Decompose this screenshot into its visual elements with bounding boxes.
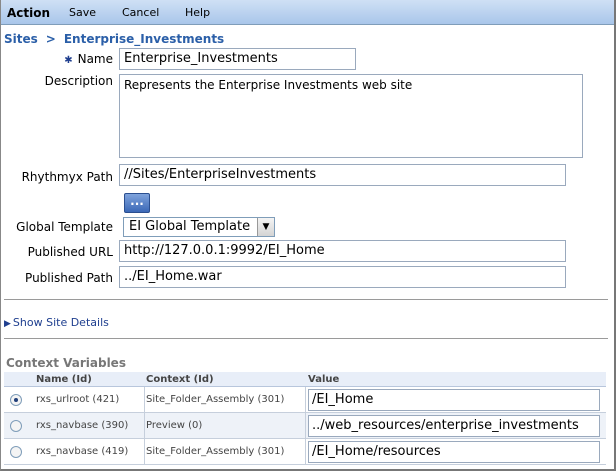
row-select-radio[interactable] xyxy=(10,394,22,406)
action-menu[interactable]: Action xyxy=(7,0,50,25)
row-value-input[interactable]: /EI_Home/resources xyxy=(308,441,600,463)
published-url-label: Published URL xyxy=(27,245,113,259)
browse-path-button[interactable]: ... xyxy=(124,193,150,213)
table-header: Name (Id) Context (Id) Value xyxy=(4,372,606,387)
rhythmyx-path-label: Rhythmyx Path xyxy=(21,170,113,184)
rhythmyx-path-input[interactable]: //Sites/EnterpriseInvestments xyxy=(119,164,566,186)
site-editor-window: Action Save Cancel Help Sites > Enterprise… xyxy=(0,0,616,471)
global-template-label: Global Template xyxy=(16,220,113,234)
breadcrumb: Sites > Enterprise_Investments xyxy=(4,32,224,48)
column-header-value[interactable]: Value xyxy=(308,372,339,387)
breadcrumb-current: Enterprise_Investments xyxy=(63,32,225,46)
row-name: rxs_navbase (390) xyxy=(36,420,129,431)
published-path-input[interactable]: ../EI_Home.war xyxy=(119,266,566,288)
row-value-input[interactable]: ../web_resources/enterprise_investments xyxy=(308,415,600,437)
description-textarea[interactable]: Represents the Enterprise Investments we… xyxy=(119,74,583,158)
context-variables-title: Context Variables xyxy=(6,356,126,370)
row-value-input[interactable]: /EI_Home xyxy=(308,389,600,411)
breadcrumb-separator: > xyxy=(45,32,56,46)
published-path-label: Published Path xyxy=(25,271,113,285)
triangle-right-icon: ▶ xyxy=(4,319,11,329)
table-row[interactable]: rxs_navbase (419) Site_Folder_Assembly (… xyxy=(4,439,606,465)
global-template-value: EI Global Template xyxy=(129,219,251,234)
save-button[interactable]: Save xyxy=(69,0,96,25)
row-context: Site_Folder_Assembly (301) xyxy=(146,394,285,405)
row-select-radio[interactable] xyxy=(10,420,22,432)
cancel-button[interactable]: Cancel xyxy=(122,0,159,25)
column-header-context[interactable]: Context (Id) xyxy=(146,372,214,387)
column-header-name[interactable]: Name (Id) xyxy=(36,372,92,387)
divider xyxy=(4,338,608,340)
description-label: Description xyxy=(44,74,113,88)
global-template-select[interactable]: EI Global Template ▼ xyxy=(123,217,275,237)
divider xyxy=(4,299,608,301)
row-select-radio[interactable] xyxy=(10,446,22,458)
table-row[interactable]: rxs_navbase (390) Preview (0) ../web_res… xyxy=(4,413,606,439)
chevron-down-icon[interactable]: ▼ xyxy=(257,218,274,236)
required-asterisk-icon: ✱ xyxy=(64,55,73,66)
row-context: Site_Folder_Assembly (301) xyxy=(146,446,285,457)
row-context: Preview (0) xyxy=(146,420,203,431)
name-label: ✱ Name xyxy=(64,52,113,66)
row-name: rxs_navbase (419) xyxy=(36,446,129,457)
name-input[interactable]: Enterprise_Investments xyxy=(119,48,356,70)
help-button[interactable]: Help xyxy=(185,0,210,25)
row-name: rxs_urlroot (421) xyxy=(36,394,120,405)
published-url-input[interactable]: http://127.0.0.1:9992/EI_Home xyxy=(119,240,566,262)
table-row[interactable]: rxs_urlroot (421) Site_Folder_Assembly (… xyxy=(4,387,606,413)
show-site-details-toggle[interactable]: ▶ Show Site Details xyxy=(4,316,109,329)
toolbar: Action Save Cancel Help xyxy=(1,0,614,25)
breadcrumb-root-link[interactable]: Sites xyxy=(4,32,38,46)
